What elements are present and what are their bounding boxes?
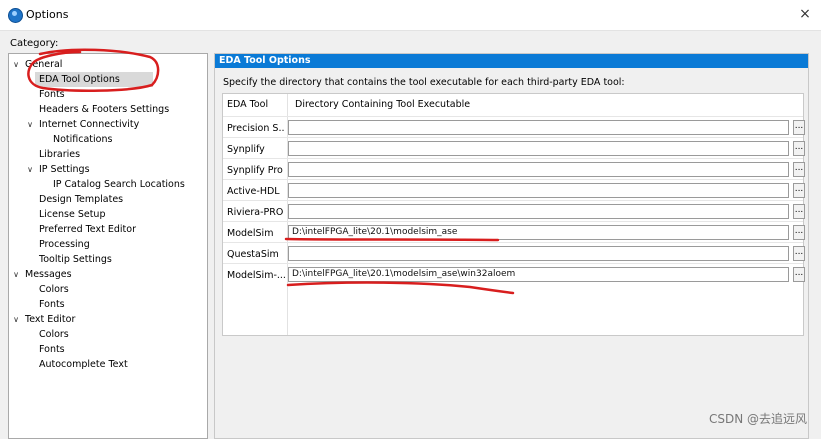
tree-item[interactable]: Preferred Text Editor — [9, 222, 205, 237]
tree-item-label: EDA Tool Options — [39, 74, 120, 85]
tree-item-label: Headers & Footers Settings — [39, 104, 170, 115]
category-tree[interactable]: ∨ General EDA Tool Options Fonts Headers & F… — [8, 53, 208, 439]
tree-item[interactable]: Design Templates — [9, 192, 205, 207]
tree-item[interactable]: IP Catalog Search Locations — [9, 177, 205, 192]
tool-name: Active-HDL — [227, 186, 280, 197]
tree-item-label: Colors — [39, 329, 69, 340]
browse-button[interactable]: ... — [793, 141, 805, 156]
expand-chevron-icon[interactable]: ∨ — [11, 312, 21, 327]
tree-item-label: Preferred Text Editor — [39, 224, 136, 235]
tree-item-label: General — [25, 59, 63, 70]
tree-item[interactable]: EDA Tool Options — [35, 72, 153, 87]
expand-chevron-icon[interactable]: ∨ — [11, 267, 21, 282]
tree-item-label: Text Editor — [25, 314, 76, 325]
tree-item-label: Autocomplete Text — [39, 359, 128, 370]
browse-button[interactable]: ... — [793, 225, 805, 240]
tree-item-label: Libraries — [39, 149, 81, 160]
tree-item[interactable]: ∨ Text Editor — [9, 312, 205, 327]
tool-path-input[interactable] — [288, 246, 789, 261]
column-header-directory: Directory Containing Tool Executable — [295, 99, 471, 110]
expand-chevron-icon[interactable]: ∨ — [25, 117, 35, 132]
row-divider — [223, 200, 803, 201]
row-divider — [223, 263, 803, 264]
column-header-tool: EDA Tool — [227, 99, 269, 110]
tool-path-input[interactable]: D:\intelFPGA_lite\20.1\modelsim_ase\win3… — [288, 267, 789, 282]
tree-item[interactable]: Fonts — [9, 297, 205, 312]
eda-tool-table: EDA Tool Directory Containing Tool Execu… — [222, 93, 805, 336]
tree-item[interactable]: ∨ General — [9, 57, 205, 72]
tool-name: ModelSim — [227, 228, 274, 239]
tree-item-label: Fonts — [39, 299, 65, 310]
tree-item[interactable]: Colors — [9, 282, 205, 297]
tool-path-input[interactable] — [288, 141, 789, 156]
tree-item[interactable]: ∨ IP Settings — [9, 162, 205, 177]
tree-item[interactable]: ∨ Internet Connectivity — [9, 117, 205, 132]
eda-tool-options-panel: EDA Tool Options Specify the directory t… — [214, 53, 809, 439]
tree-item-label: IP Settings — [39, 164, 90, 175]
expand-chevron-icon[interactable]: ∨ — [25, 162, 35, 177]
tree-item[interactable]: ∨ Messages — [9, 267, 205, 282]
tool-name: Synplify Pro — [227, 165, 283, 176]
tool-name: QuestaSim — [227, 249, 279, 260]
browse-button[interactable]: ... — [793, 267, 805, 282]
app-icon — [8, 8, 23, 23]
tool-path-input[interactable] — [288, 183, 789, 198]
tree-item-label: Tooltip Settings — [39, 254, 112, 265]
tool-name: ModelSim-... — [227, 270, 285, 281]
tree-item[interactable]: Colors — [9, 327, 205, 342]
row-divider — [223, 221, 803, 222]
tree-item[interactable]: License Setup — [9, 207, 205, 222]
browse-button[interactable]: ... — [793, 246, 805, 261]
close-icon[interactable]: × — [797, 5, 813, 23]
tree-item[interactable]: Processing — [9, 237, 205, 252]
panel-header: EDA Tool Options — [215, 54, 808, 68]
browse-button[interactable]: ... — [793, 120, 805, 135]
tool-path-input[interactable] — [288, 120, 789, 135]
tree-item-label: Colors — [39, 284, 69, 295]
tool-path-input[interactable] — [288, 162, 789, 177]
tree-item-label: License Setup — [39, 209, 106, 220]
row-divider — [223, 179, 803, 180]
tool-name: Synplify — [227, 144, 265, 155]
browse-button[interactable]: ... — [793, 204, 805, 219]
title-bar: Options × — [0, 0, 821, 31]
tree-item[interactable]: Tooltip Settings — [9, 252, 205, 267]
tree-item-label: Fonts — [39, 344, 65, 355]
browse-button[interactable]: ... — [793, 183, 805, 198]
panel-description: Specify the directory that contains the … — [223, 77, 625, 88]
tree-item[interactable]: Autocomplete Text — [9, 357, 205, 372]
row-divider — [223, 158, 803, 159]
category-label: Category: — [10, 38, 59, 49]
tree-item-label: Messages — [25, 269, 72, 280]
tree-item-label: Processing — [39, 239, 90, 250]
tree-item-label: Design Templates — [39, 194, 124, 205]
tree-item[interactable]: Fonts — [9, 87, 205, 102]
tree-item-label: Internet Connectivity — [39, 119, 140, 130]
expand-chevron-icon[interactable]: ∨ — [11, 57, 21, 72]
row-divider — [223, 116, 803, 117]
tool-path-input[interactable] — [288, 204, 789, 219]
browse-button[interactable]: ... — [793, 162, 805, 177]
tool-path-input[interactable]: D:\intelFPGA_lite\20.1\modelsim_ase — [288, 225, 789, 240]
tree-item[interactable]: Libraries — [9, 147, 205, 162]
tree-item-label: Notifications — [53, 134, 113, 145]
tree-item-label: Fonts — [39, 89, 65, 100]
tool-name: Precision S... — [227, 123, 285, 134]
tool-name: Riviera-PRO — [227, 207, 284, 218]
tree-item[interactable]: Headers & Footers Settings — [9, 102, 205, 117]
watermark: CSDN @去追远风 — [708, 412, 807, 426]
tree-item[interactable]: Fonts — [9, 342, 205, 357]
window-title: Options — [26, 8, 69, 21]
row-divider — [223, 137, 803, 138]
tree-item[interactable]: Notifications — [9, 132, 205, 147]
tree-item-label: IP Catalog Search Locations — [53, 179, 185, 190]
row-divider — [223, 242, 803, 243]
